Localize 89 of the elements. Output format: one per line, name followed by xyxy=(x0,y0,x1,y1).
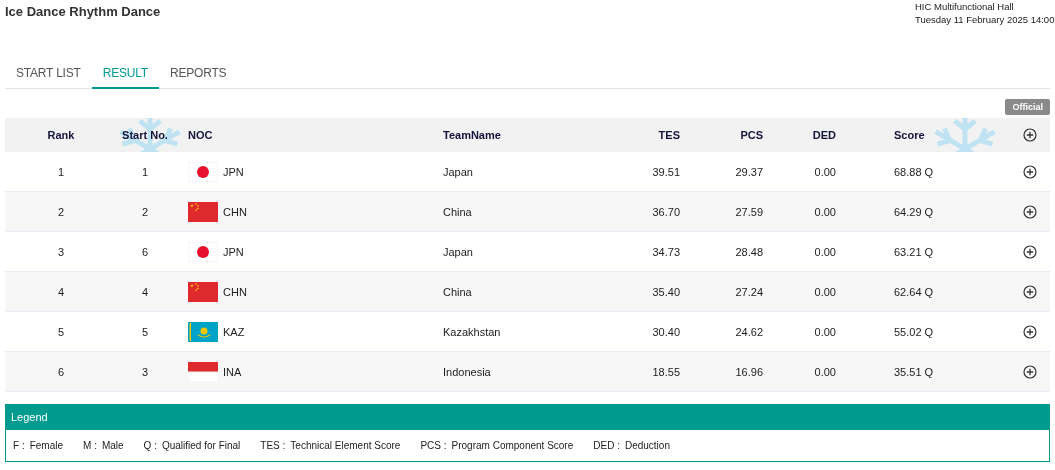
pcs-cell: 16.96 xyxy=(735,365,763,378)
pcs-cell: 27.59 xyxy=(735,205,763,218)
pcs-cell: 24.62 xyxy=(735,325,763,338)
column-header: Start No. xyxy=(122,129,168,141)
legend-abbreviation: Q : xyxy=(143,440,157,451)
flag-icon xyxy=(188,321,218,342)
date-time-text: Tuesday 11 February 2025 14:00 xyxy=(915,13,1055,26)
ded-cell: 0.00 xyxy=(814,205,836,218)
flag-icon xyxy=(188,361,218,382)
expand-icon[interactable] xyxy=(1023,324,1037,339)
legend-title: Legend xyxy=(11,411,48,423)
ded-cell: 0.00 xyxy=(814,165,836,178)
column-header: PCS xyxy=(740,129,763,141)
team-name-cell: Japan xyxy=(443,245,473,258)
legend-abbreviation: PCS : xyxy=(420,440,447,451)
pcs-cell: 27.24 xyxy=(735,285,763,298)
column-header: DED xyxy=(812,129,836,141)
tes-cell: 30.40 xyxy=(652,325,680,338)
legend-meaning: Program Component Score xyxy=(451,440,574,451)
legend-abbreviation: TES : xyxy=(260,440,286,451)
column-header: Score xyxy=(894,129,925,141)
flag-icon xyxy=(188,201,218,222)
score-cell: 68.88 Q xyxy=(894,165,934,178)
start-number-cell: 6 xyxy=(141,245,149,258)
noc-cell: JPN xyxy=(223,245,244,258)
rank-cell: 4 xyxy=(57,285,65,298)
expand-icon[interactable] xyxy=(1023,128,1037,142)
team-name-cell: Kazakhstan xyxy=(443,325,501,338)
legend-meaning: Qualified for Final xyxy=(161,440,241,451)
column-header: NOC xyxy=(188,129,213,141)
tes-cell: 35.40 xyxy=(652,285,680,298)
tes-cell: 34.73 xyxy=(652,245,680,258)
tab[interactable]: RESULT xyxy=(91,58,159,89)
column-header: TES xyxy=(658,129,680,141)
noc-cell: JPN xyxy=(223,165,244,178)
expand-icon[interactable] xyxy=(1023,364,1037,379)
column-header: TeamName xyxy=(443,129,501,141)
event-title: Ice Dance Rhythm Dance xyxy=(4,3,161,21)
score-cell: 62.64 Q xyxy=(894,285,934,298)
tes-cell: 18.55 xyxy=(652,365,680,378)
flag-icon xyxy=(188,241,218,262)
tes-cell: 39.51 xyxy=(652,165,680,178)
noc-cell: CHN xyxy=(223,285,247,298)
rank-cell: 5 xyxy=(57,325,65,338)
ded-cell: 0.00 xyxy=(814,245,836,258)
team-name-cell: China xyxy=(443,205,472,218)
ded-cell: 0.00 xyxy=(814,325,836,338)
pcs-cell: 28.48 xyxy=(735,245,763,258)
tes-cell: 36.70 xyxy=(652,205,680,218)
legend-meaning: Male xyxy=(101,440,124,451)
status-badge: Official xyxy=(1005,99,1050,115)
start-number-cell: 1 xyxy=(141,165,149,178)
expand-icon[interactable] xyxy=(1023,284,1037,299)
tab[interactable]: START LIST xyxy=(5,58,92,89)
start-number-cell: 3 xyxy=(141,365,149,378)
noc-cell: CHN xyxy=(223,205,247,218)
team-name-cell: China xyxy=(443,285,472,298)
flag-icon xyxy=(188,161,218,182)
start-number-cell: 4 xyxy=(141,285,149,298)
rank-cell: 3 xyxy=(57,245,65,258)
start-number-cell: 5 xyxy=(141,325,149,338)
score-cell: 35.51 Q xyxy=(894,365,934,378)
score-cell: 55.02 Q xyxy=(894,325,934,338)
venue-text: HIC Multifunctional Hall xyxy=(915,0,1014,13)
ded-cell: 0.00 xyxy=(814,365,836,378)
column-header: Rank xyxy=(47,129,75,141)
expand-icon[interactable] xyxy=(1023,164,1037,179)
legend-abbreviation: M : xyxy=(83,440,97,451)
score-cell: 64.29 Q xyxy=(894,205,934,218)
noc-cell: INA xyxy=(223,365,242,378)
start-number-cell: 2 xyxy=(141,205,149,218)
tab[interactable]: REPORTS xyxy=(158,58,238,89)
team-name-cell: Japan xyxy=(443,165,473,178)
expand-icon[interactable] xyxy=(1023,244,1037,259)
rank-cell: 1 xyxy=(57,165,65,178)
rank-cell: 6 xyxy=(57,365,65,378)
legend-abbreviation: DED : xyxy=(593,440,620,451)
flag-icon xyxy=(188,281,218,302)
noc-cell: KAZ xyxy=(223,325,245,338)
rank-cell: 2 xyxy=(57,205,65,218)
team-name-cell: Indonesia xyxy=(443,365,491,378)
ded-cell: 0.00 xyxy=(814,285,836,298)
legend-meaning: Female xyxy=(29,440,64,451)
expand-icon[interactable] xyxy=(1023,204,1037,219)
score-cell: 63.21 Q xyxy=(894,245,934,258)
legend-meaning: Technical Element Score xyxy=(290,440,401,451)
pcs-cell: 29.37 xyxy=(735,165,763,178)
legend-abbreviation: F : xyxy=(13,440,25,451)
legend-meaning: Deduction xyxy=(624,440,670,451)
